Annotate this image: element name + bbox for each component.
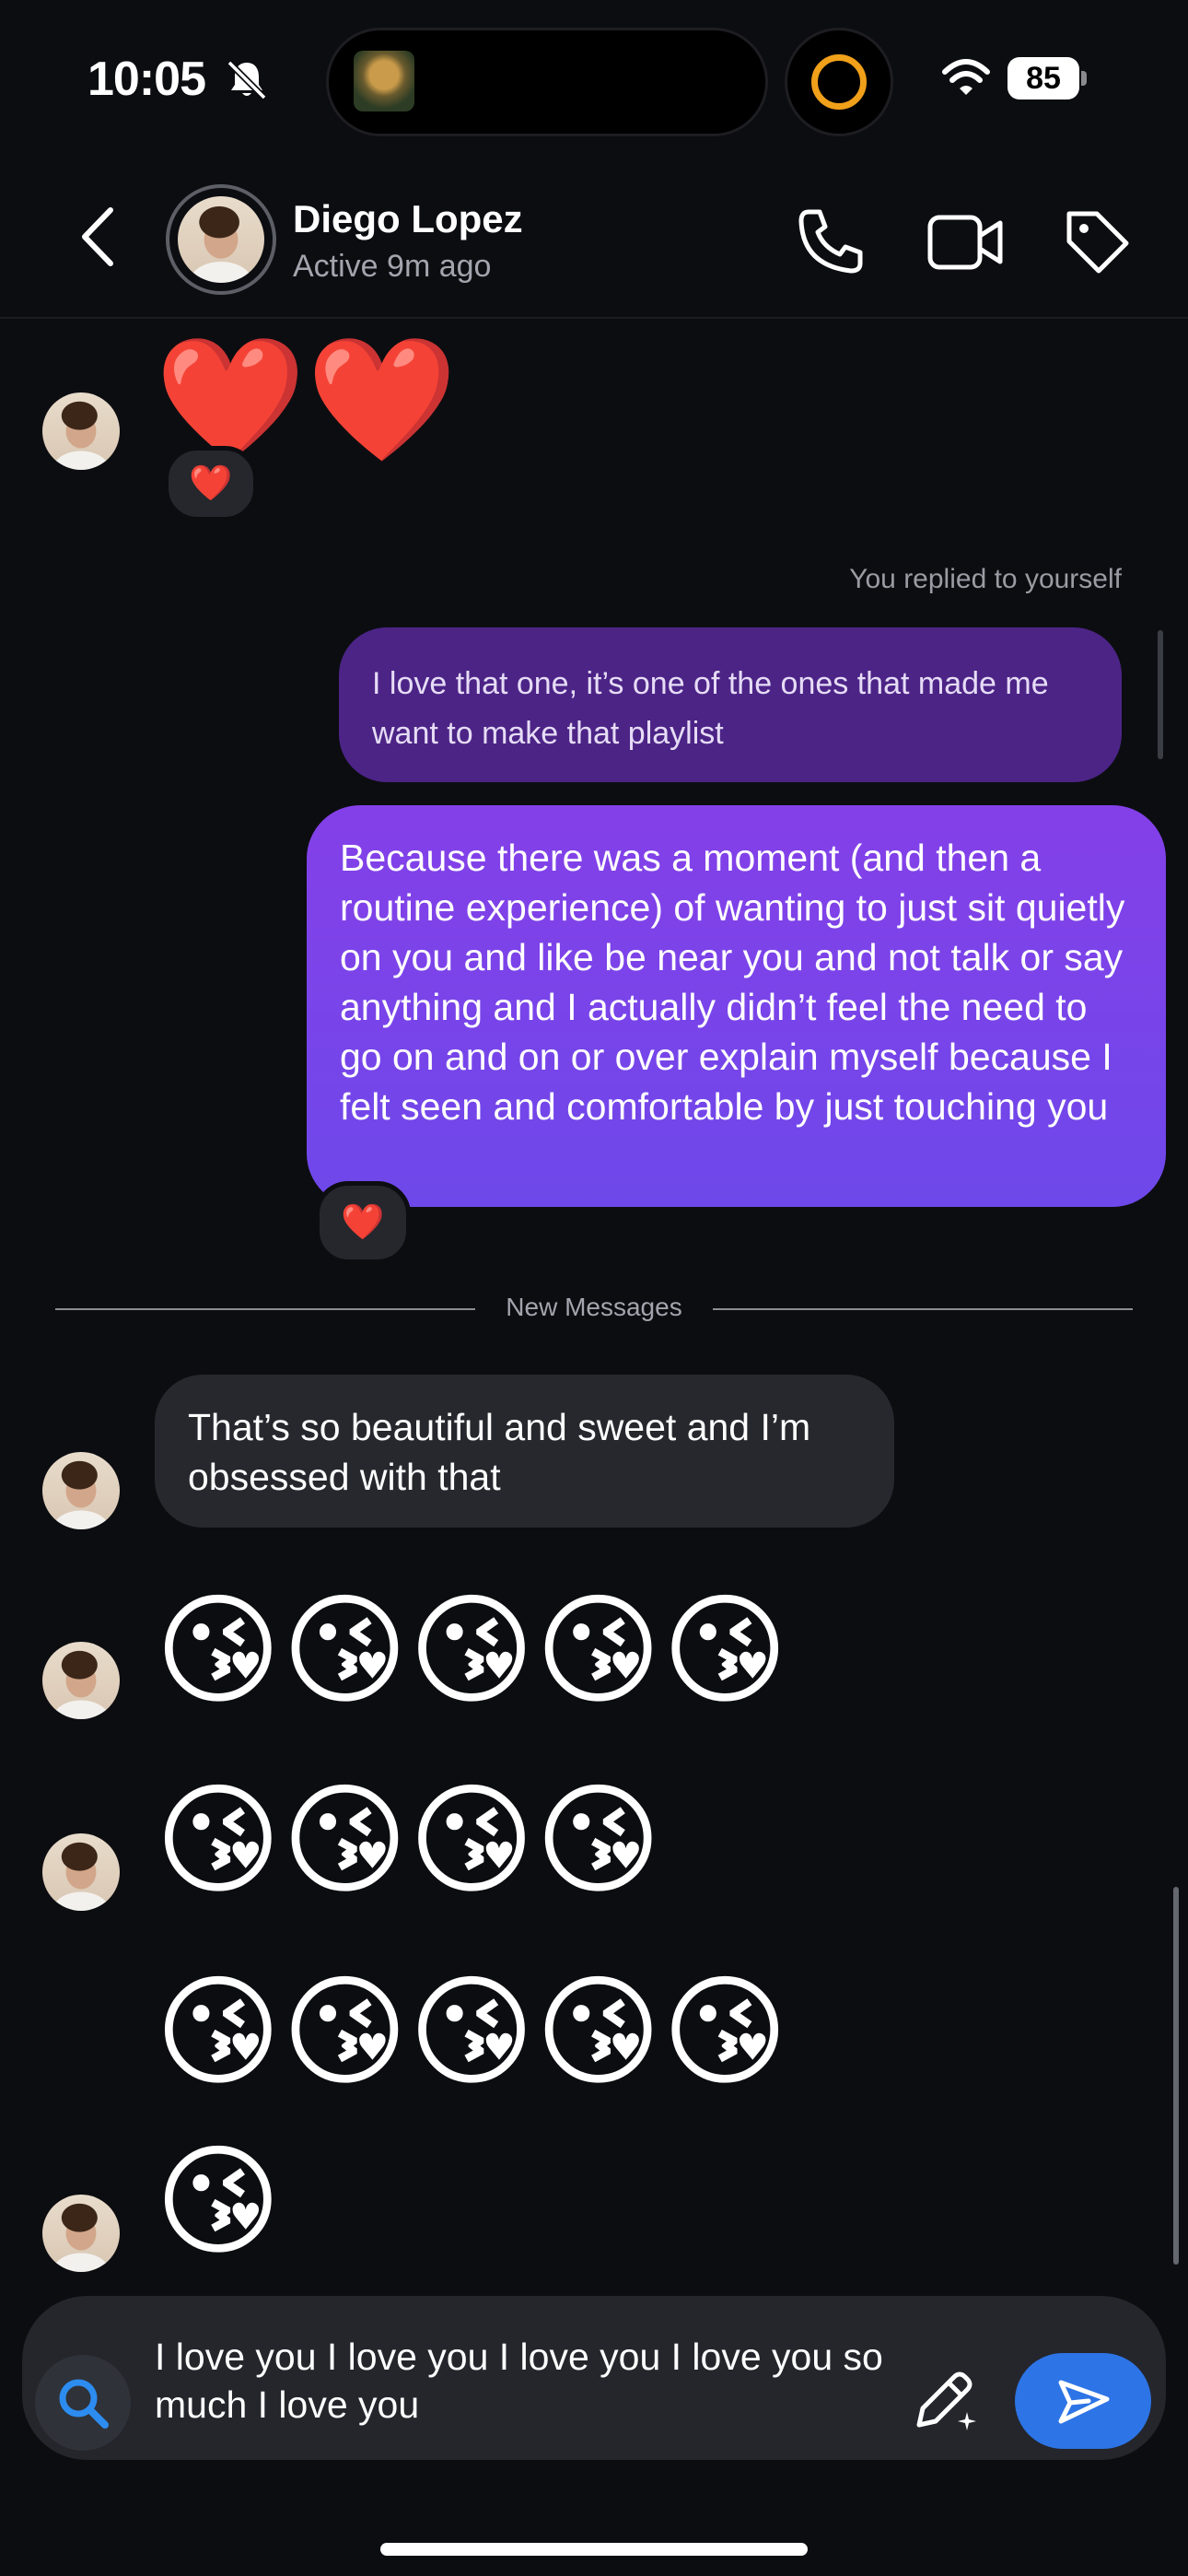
contact-avatar[interactable] [178, 196, 264, 283]
battery-level: 85 [1026, 61, 1061, 96]
incoming-message-bubble[interactable]: That’s so beautiful and sweet and I’m ob… [155, 1375, 894, 1528]
send-paper-plane-icon [1058, 2380, 1110, 2424]
heart-emoji-message[interactable]: ❤️❤️ [155, 335, 458, 464]
new-messages-text: New Messages [483, 1293, 705, 1321]
sender-avatar[interactable] [42, 1833, 120, 1911]
label-tag-icon[interactable] [1062, 206, 1132, 276]
kiss-emoji-message[interactable]: 😘😘😘😘 [155, 1776, 661, 1905]
new-messages-label: New Messages [0, 1293, 1188, 1322]
reply-context-label: You replied to yourself [849, 564, 1122, 594]
wifi-icon [942, 59, 990, 95]
home-indicator[interactable] [380, 2543, 808, 2556]
battery-indicator: 85 [1007, 57, 1087, 100]
reply-scroll-track [1158, 630, 1163, 759]
chat-scrollbar[interactable] [1173, 1887, 1179, 2265]
video-call-icon[interactable] [926, 210, 1004, 275]
status-time: 10:05 [87, 53, 206, 106]
outgoing-message-bubble[interactable]: Because there was a moment (and then a r… [307, 805, 1166, 1207]
contact-active-status: Active 9m ago [293, 249, 492, 284]
message-reaction[interactable]: ❤️ [164, 446, 258, 521]
timer-ring-icon [811, 54, 867, 110]
sender-avatar[interactable] [42, 1452, 120, 1529]
kiss-emoji-message[interactable]: 😘😘😘😘😘 [155, 1968, 788, 2097]
message-input[interactable]: I love you I love you I love you I love … [155, 2333, 891, 2429]
kiss-emoji-message[interactable]: 😘😘😘😘😘 [155, 1587, 788, 1715]
sender-avatar[interactable] [42, 2195, 120, 2272]
outgoing-reply-bubble[interactable]: I love that one, it’s one of the ones th… [339, 627, 1122, 782]
back-chevron-icon[interactable] [76, 205, 122, 269]
edit-sparkle-icon[interactable] [910, 2364, 980, 2434]
search-icon [59, 2379, 109, 2429]
sender-avatar[interactable] [42, 392, 120, 470]
message-reaction[interactable]: ❤️ [315, 1181, 411, 1264]
phone-call-icon[interactable] [796, 206, 866, 276]
now-playing-artwork[interactable] [354, 51, 414, 111]
kiss-emoji-message[interactable]: 😘 [155, 2137, 282, 2266]
contact-name[interactable]: Diego Lopez [293, 197, 523, 241]
silent-bell-icon [227, 60, 267, 100]
sender-avatar[interactable] [42, 1642, 120, 1719]
